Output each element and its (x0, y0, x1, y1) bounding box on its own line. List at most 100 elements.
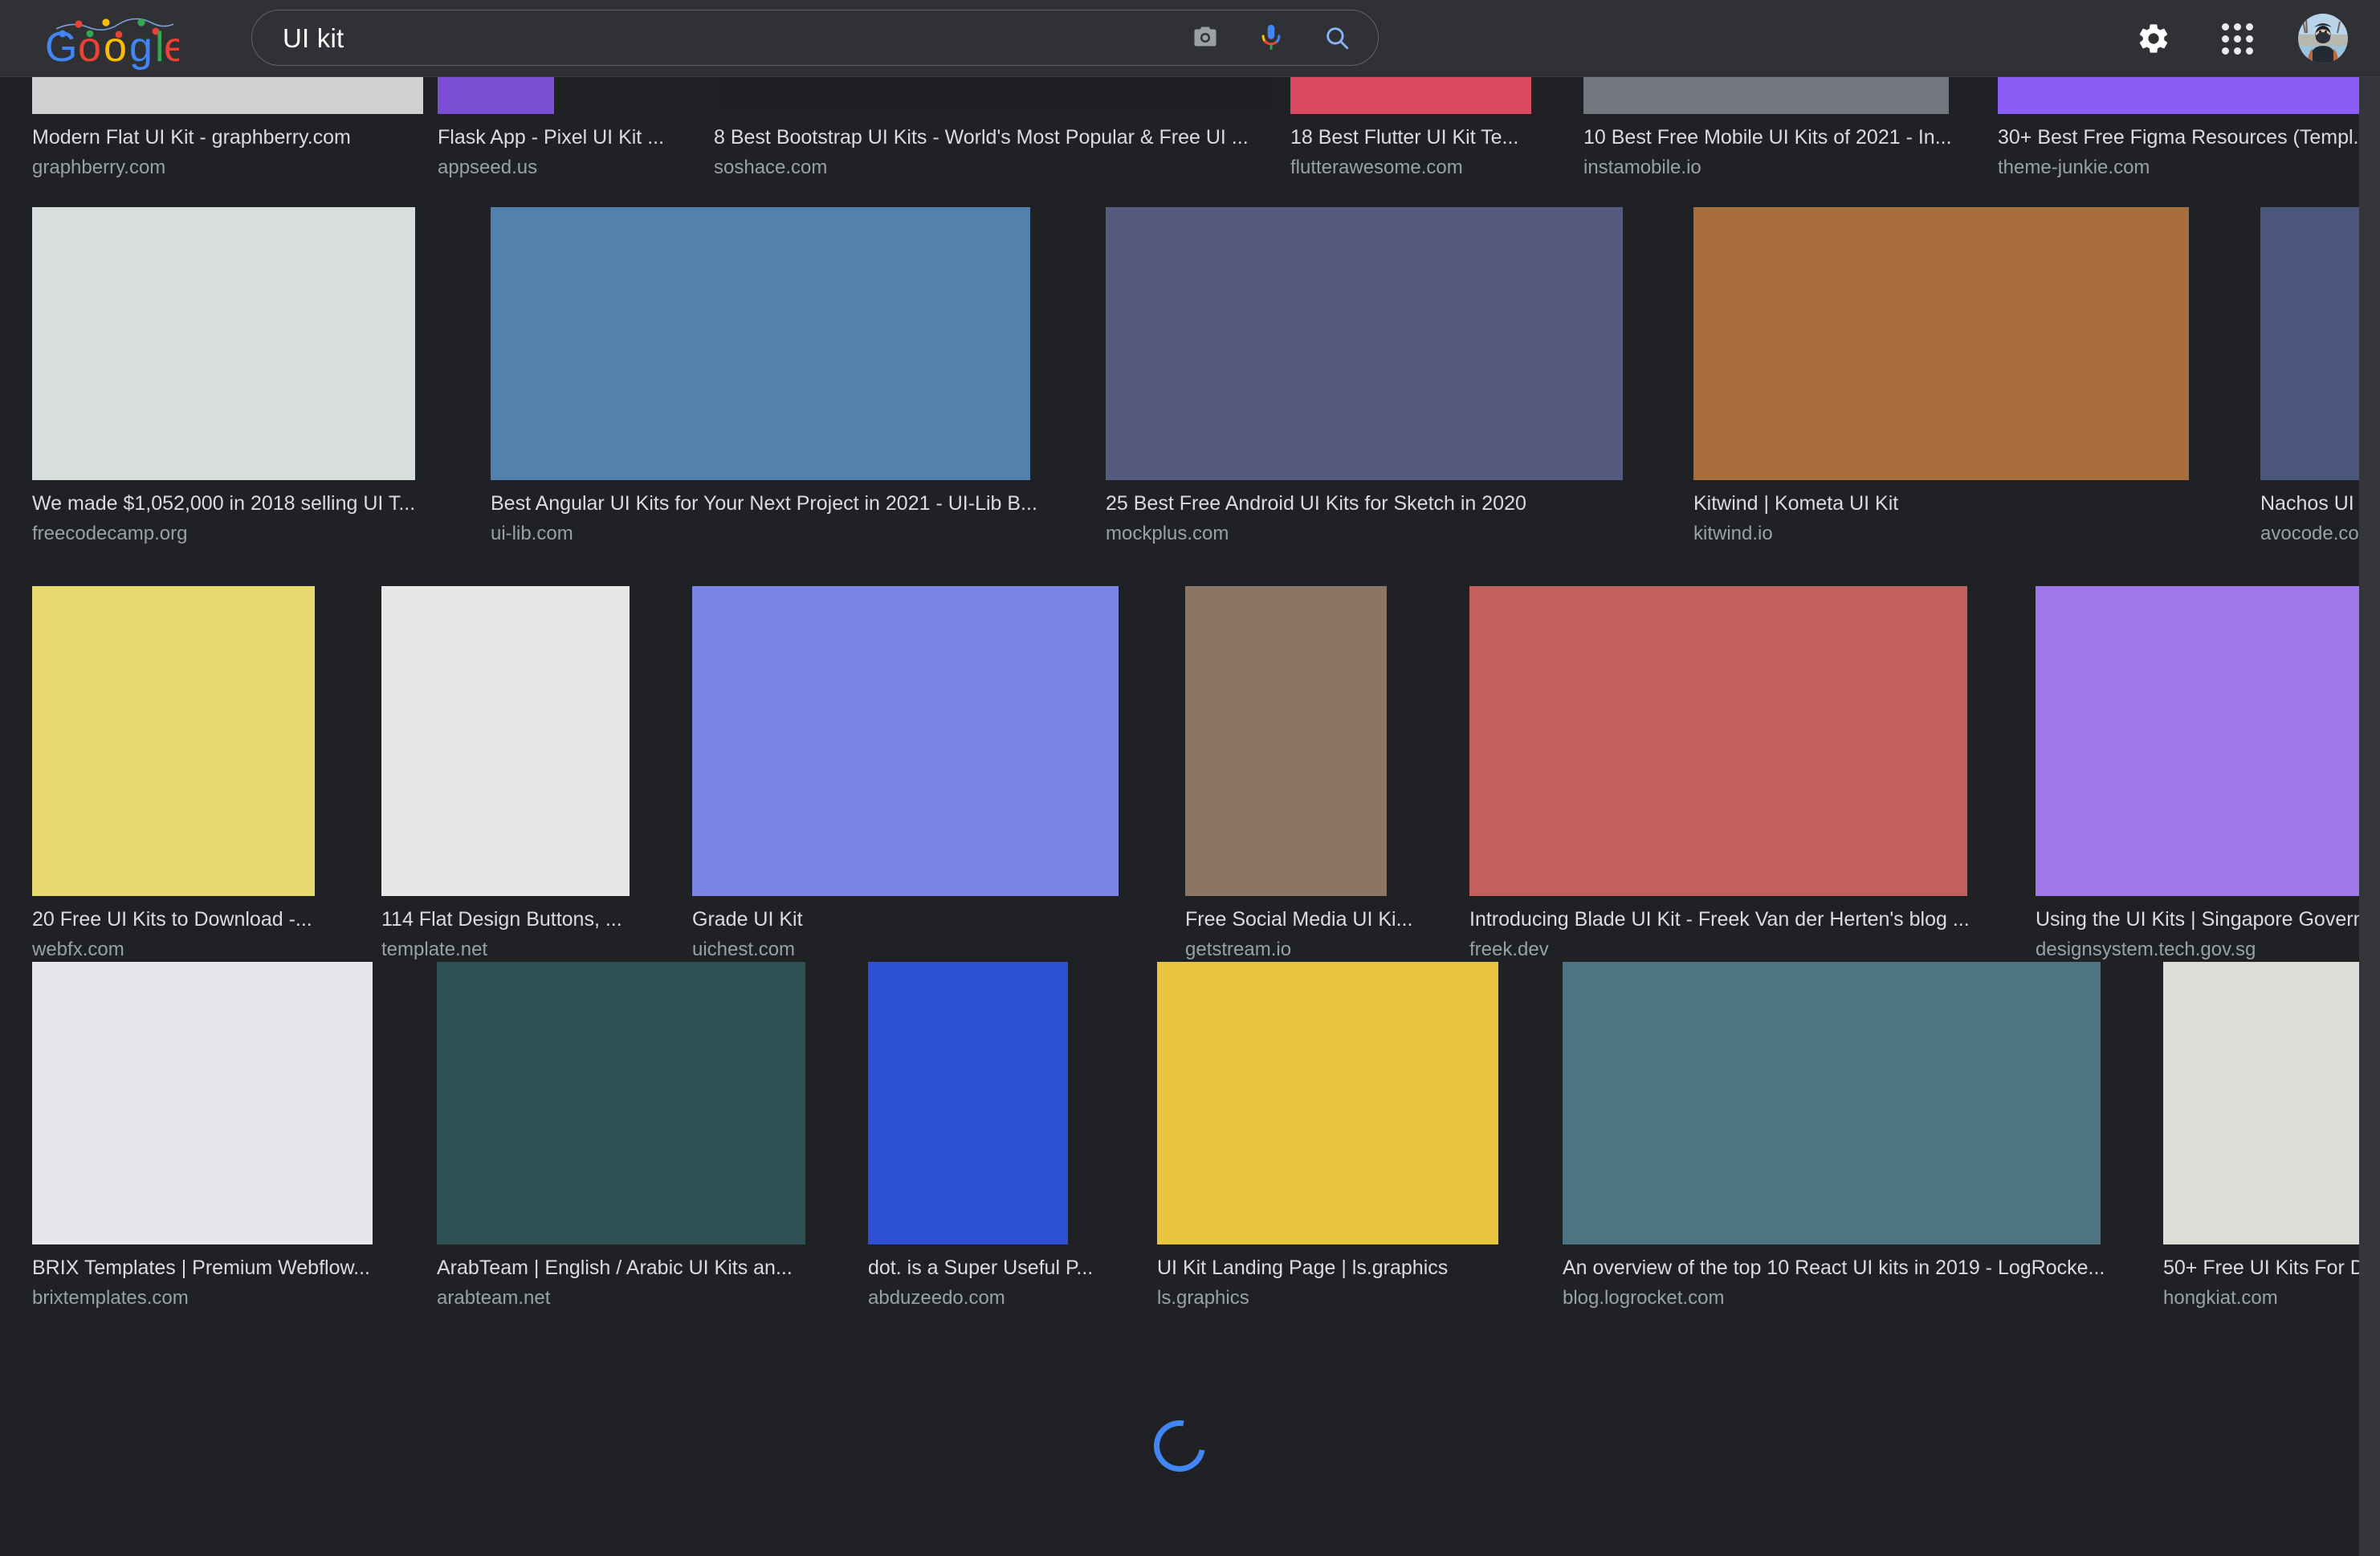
result-title[interactable]: Grade UI Kit (692, 907, 1153, 931)
result-thumbnail[interactable] (32, 586, 315, 896)
image-result-tile[interactable]: An overview of the top 10 React UI kits … (1563, 962, 2133, 1310)
vertical-scrollbar[interactable] (2359, 77, 2380, 1556)
result-thumbnail[interactable] (2260, 207, 2359, 480)
google-logo[interactable]: G o o g l e (39, 5, 179, 72)
search-input[interactable]: UI kit (283, 25, 1172, 51)
result-domain[interactable]: template.net (381, 938, 660, 962)
image-result-tile[interactable]: ArabTeam | English / Arabic UI Kits an..… (437, 962, 837, 1310)
result-title[interactable]: Best Angular UI Kits for Your Next Proje… (491, 491, 1069, 515)
result-thumbnail[interactable] (381, 586, 630, 896)
image-result-tile[interactable]: BRIX Templates | Premium Webflow... brixt… (32, 962, 406, 1310)
result-thumbnail[interactable] (438, 77, 554, 114)
result-domain[interactable]: avocode.com (2260, 522, 2359, 546)
apps-grid-icon[interactable] (2215, 16, 2260, 61)
result-thumbnail[interactable] (1106, 207, 1623, 480)
result-title[interactable]: 30+ Best Free Figma Resources (Templ... (1998, 125, 2359, 149)
camera-icon[interactable] (1172, 10, 1238, 66)
search-icon[interactable] (1304, 10, 1370, 66)
result-title[interactable]: Modern Flat UI Kit - graphberry.com (32, 125, 423, 149)
result-domain[interactable]: kitwind.io (1693, 522, 2223, 546)
result-domain[interactable]: freecodecamp.org (32, 522, 454, 546)
image-result-tile[interactable]: 18 Best Flutter UI Kit Te... flutteraweso… (1290, 77, 1569, 180)
result-title[interactable]: Free Social Media UI Ki... (1185, 907, 1437, 931)
image-result-tile[interactable]: Introducing Blade UI Kit - Freek Van der… (1469, 586, 2003, 962)
result-domain[interactable]: ls.graphics (1157, 1286, 1532, 1310)
result-thumbnail[interactable] (868, 962, 1068, 1244)
result-domain[interactable]: mockplus.com (1106, 522, 1657, 546)
result-domain[interactable]: graphberry.com (32, 156, 423, 180)
result-title[interactable]: UI Kit Landing Page | ls.graphics (1157, 1256, 1532, 1280)
avatar[interactable] (2298, 14, 2348, 63)
image-result-tile[interactable]: Modern Flat UI Kit - graphberry.com graph… (32, 77, 423, 180)
result-thumbnail[interactable] (32, 77, 423, 114)
result-domain[interactable]: getstream.io (1185, 938, 1437, 962)
result-domain[interactable]: webfx.com (32, 938, 349, 962)
result-domain[interactable]: hongkiat.com (2163, 1286, 2359, 1310)
result-thumbnail[interactable] (1583, 77, 1949, 114)
result-thumbnail[interactable] (437, 962, 805, 1244)
image-result-tile[interactable]: 30+ Best Free Figma Resources (Templ... t… (1998, 77, 2359, 180)
result-thumbnail[interactable] (1693, 207, 2189, 480)
gear-icon[interactable] (2131, 16, 2176, 61)
result-title[interactable]: We made $1,052,000 in 2018 selling UI T.… (32, 491, 454, 515)
result-domain[interactable]: arabteam.net (437, 1286, 837, 1310)
image-result-tile[interactable]: 10 Best Free Mobile UI Kits of 2021 - In… (1583, 77, 1983, 180)
result-title[interactable]: An overview of the top 10 React UI kits … (1563, 1256, 2133, 1280)
result-title[interactable]: ArabTeam | English / Arabic UI Kits an..… (437, 1256, 837, 1280)
image-result-tile[interactable]: Using the UI Kits | Singapore Government… (2036, 586, 2359, 962)
result-domain[interactable]: flutterawesome.com (1290, 156, 1569, 180)
result-thumbnail[interactable] (32, 962, 373, 1244)
result-title[interactable]: dot. is a Super Useful P... (868, 1256, 1127, 1280)
image-result-tile[interactable]: Flask App - Pixel UI Kit ... appseed.us (438, 77, 699, 180)
result-domain[interactable]: freek.dev (1469, 938, 2003, 962)
result-thumbnail[interactable] (1998, 77, 2359, 114)
result-thumbnail[interactable] (692, 586, 1119, 896)
result-title[interactable]: 114 Flat Design Buttons, ... (381, 907, 660, 931)
image-result-tile[interactable]: 20 Free UI Kits to Download -... webfx.co… (32, 586, 349, 962)
result-thumbnail[interactable] (2036, 586, 2359, 896)
result-title[interactable]: 50+ Free UI Kits For Designers, Vol.... (2163, 1256, 2359, 1280)
result-domain[interactable]: brixtemplates.com (32, 1286, 406, 1310)
result-domain[interactable]: blog.logrocket.com (1563, 1286, 2133, 1310)
result-thumbnail[interactable] (491, 207, 1030, 480)
image-result-tile[interactable]: We made $1,052,000 in 2018 selling UI T.… (32, 207, 454, 546)
search-box[interactable]: UI kit (251, 10, 1379, 66)
image-result-tile[interactable]: 25 Best Free Android UI Kits for Sketch … (1106, 207, 1657, 546)
result-title[interactable]: Nachos UI Kit for React ... (2260, 491, 2359, 515)
image-result-tile[interactable]: 114 Flat Design Buttons, ... template.net (381, 586, 660, 962)
result-thumbnail[interactable] (1290, 77, 1531, 114)
image-result-tile[interactable]: 8 Best Bootstrap UI Kits - World's Most … (714, 77, 1276, 180)
result-thumbnail[interactable] (32, 207, 415, 480)
result-title[interactable]: BRIX Templates | Premium Webflow... (32, 1256, 406, 1280)
image-result-tile[interactable]: dot. is a Super Useful P... abduzeedo.com (868, 962, 1127, 1310)
result-domain[interactable]: appseed.us (438, 156, 699, 180)
image-result-tile[interactable]: Best Angular UI Kits for Your Next Proje… (491, 207, 1069, 546)
result-title[interactable]: 8 Best Bootstrap UI Kits - World's Most … (714, 125, 1276, 149)
result-title[interactable]: Flask App - Pixel UI Kit ... (438, 125, 699, 149)
result-domain[interactable]: designsystem.tech.gov.sg (2036, 938, 2359, 962)
result-domain[interactable]: theme-junkie.com (1998, 156, 2359, 180)
image-result-tile[interactable]: UI Kit Landing Page | ls.graphics ls.grap… (1157, 962, 1532, 1310)
image-result-tile[interactable]: Grade UI Kit uichest.com (692, 586, 1153, 962)
result-title[interactable]: 20 Free UI Kits to Download -... (32, 907, 349, 931)
result-title[interactable]: Kitwind | Kometa UI Kit (1693, 491, 2223, 515)
result-domain[interactable]: uichest.com (692, 938, 1153, 962)
result-domain[interactable]: abduzeedo.com (868, 1286, 1127, 1310)
result-thumbnail[interactable] (1157, 962, 1498, 1244)
result-title[interactable]: Using the UI Kits | Singapore Government… (2036, 907, 2359, 931)
result-title[interactable]: 10 Best Free Mobile UI Kits of 2021 - In… (1583, 125, 1983, 149)
result-thumbnail[interactable] (1469, 586, 1967, 896)
result-title[interactable]: 18 Best Flutter UI Kit Te... (1290, 125, 1569, 149)
result-thumbnail[interactable] (714, 77, 1276, 114)
result-thumbnail[interactable] (1563, 962, 2101, 1244)
result-domain[interactable]: soshace.com (714, 156, 1276, 180)
image-result-tile[interactable]: Free Social Media UI Ki... getstream.io (1185, 586, 1437, 962)
result-domain[interactable]: instamobile.io (1583, 156, 1983, 180)
result-title[interactable]: 25 Best Free Android UI Kits for Sketch … (1106, 491, 1657, 515)
microphone-icon[interactable] (1238, 10, 1304, 66)
result-thumbnail[interactable] (2163, 962, 2359, 1244)
image-result-tile[interactable]: Nachos UI Kit for React ... avocode.com (2260, 207, 2359, 546)
image-result-tile[interactable]: Kitwind | Kometa UI Kit kitwind.io (1693, 207, 2223, 546)
image-results-grid[interactable]: Modern Flat UI Kit - graphberry.com graph… (0, 77, 2359, 1556)
result-thumbnail[interactable] (1185, 586, 1387, 896)
